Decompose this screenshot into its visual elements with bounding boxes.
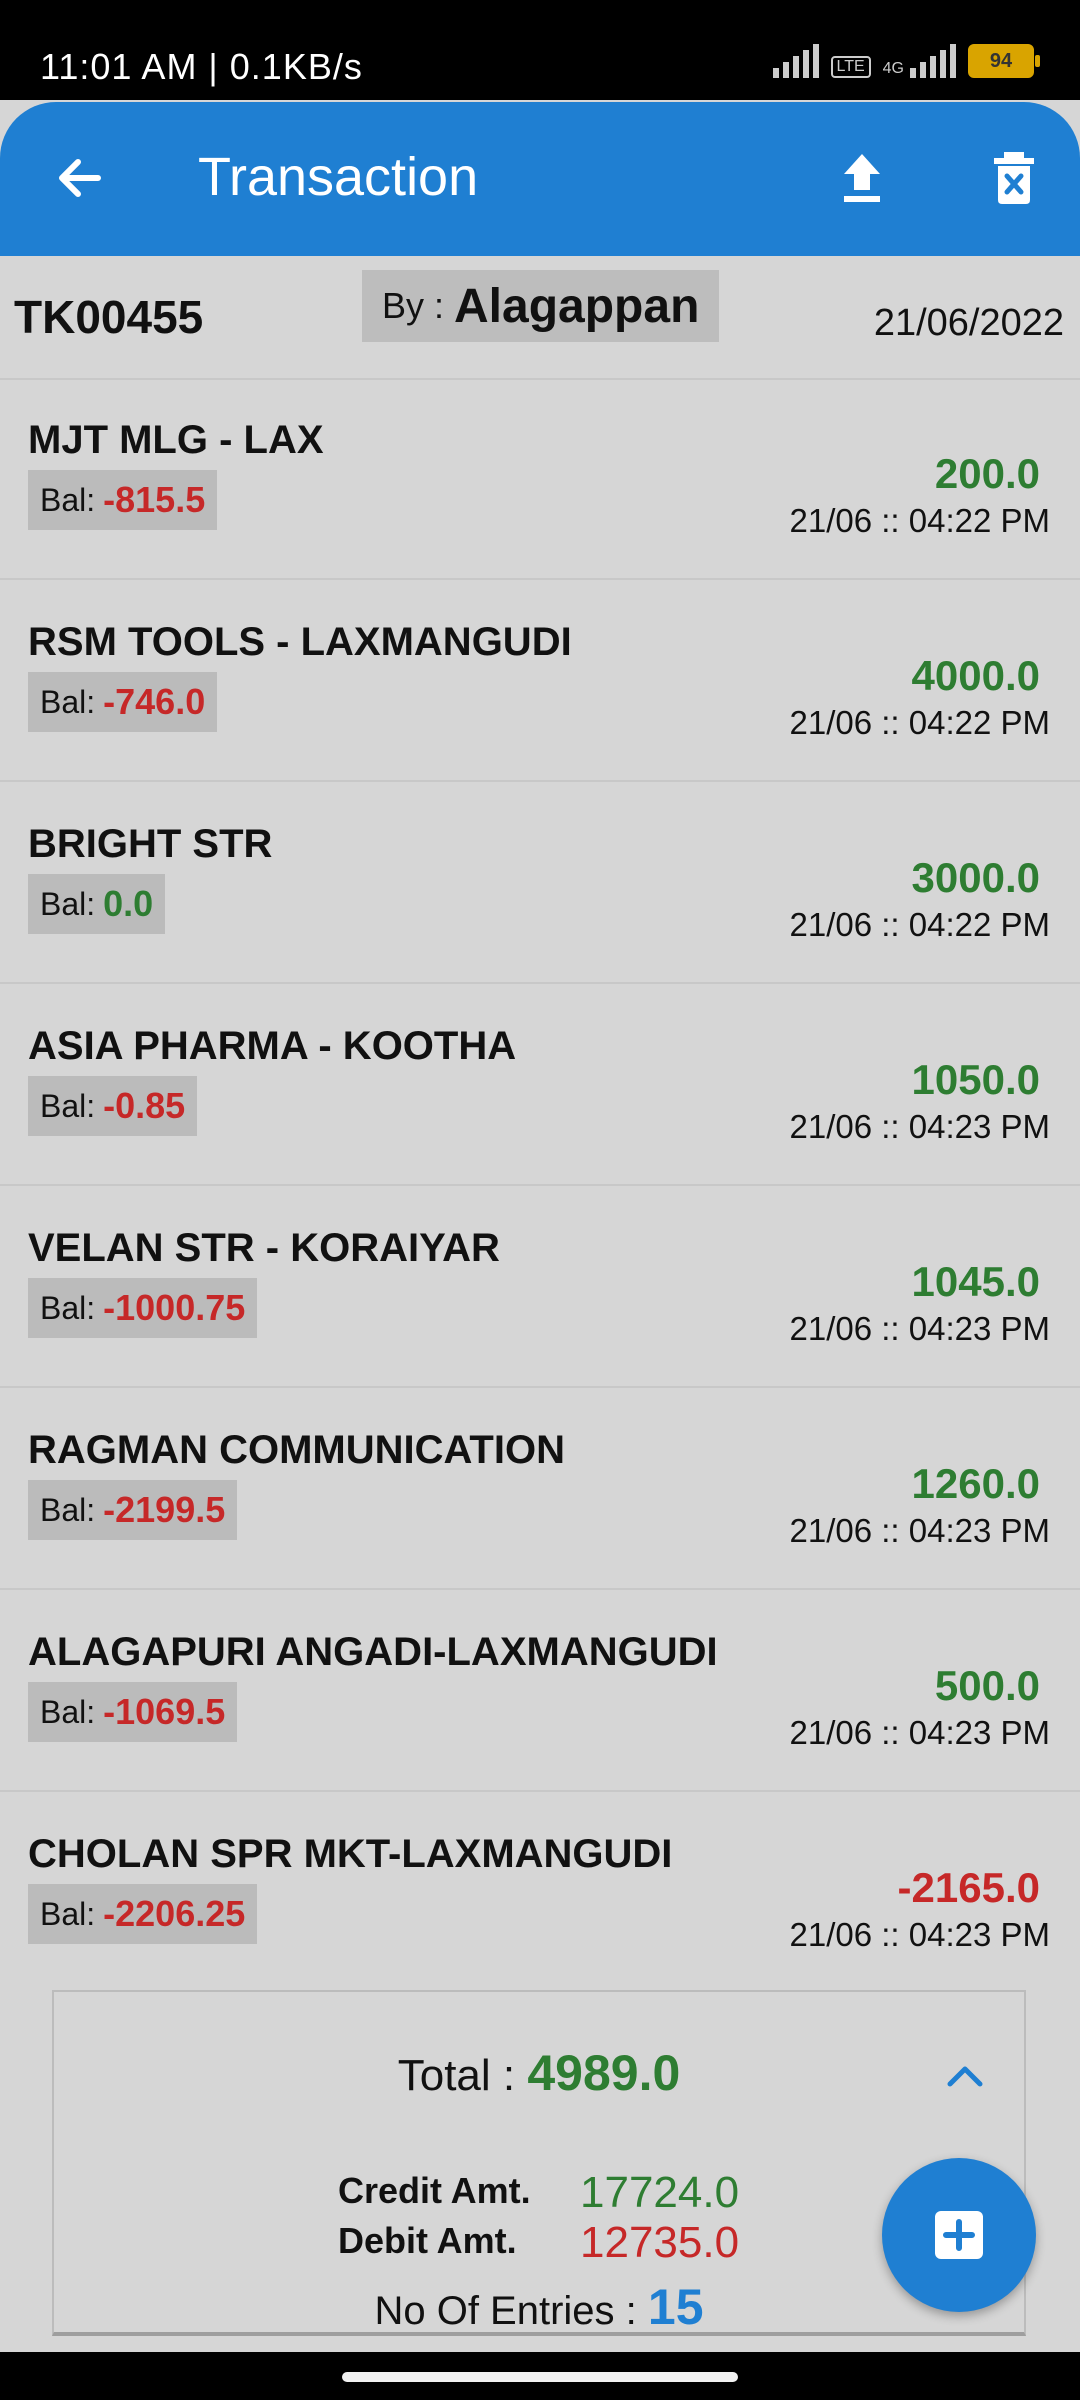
trash-x-icon[interactable] — [982, 146, 1046, 210]
signal-icon-2 — [910, 44, 956, 78]
amount: -2165.0 — [897, 1864, 1040, 1911]
party-name: VELAN STR - KORAIYAR — [28, 1226, 500, 1270]
balance-value: -746.0 — [103, 681, 206, 722]
by-badge: By : Alagappan — [362, 270, 720, 342]
balance-value: -2199.5 — [103, 1489, 226, 1530]
arrow-left-icon[interactable] — [48, 146, 112, 210]
amount: 1045.0 — [911, 1258, 1040, 1305]
volte-icon: LTE — [830, 56, 871, 78]
balance-badge: Bal: -815.5 — [28, 470, 218, 530]
home-handle[interactable] — [342, 2372, 738, 2382]
balance-badge: Bal: 0.0 — [28, 874, 166, 934]
transaction-code: TK00455 — [14, 291, 204, 343]
list-item[interactable]: VELAN STR - KORAIYAR Bal: -1000.75 1045.… — [0, 1186, 1080, 1388]
credit-label: Credit Amt. — [338, 2170, 531, 2211]
balance-value: -2206.25 — [103, 1893, 246, 1934]
party-name: ASIA PHARMA - KOOTHA — [28, 1024, 517, 1068]
balance-value: -1000.75 — [103, 1287, 246, 1328]
party-name: ALAGAPURI ANGADI-LAXMANGUDI — [28, 1630, 718, 1674]
balance-value: -815.5 — [103, 479, 206, 520]
amount: 3000.0 — [911, 854, 1040, 901]
transaction-list: MJT MLG - LAX Bal: -815.5 200.0 21/06 ::… — [0, 378, 1080, 1992]
signal-icon — [772, 44, 819, 78]
balance-value: 0.0 — [103, 883, 154, 924]
status-bar: 11:01 AM | 0.1KB/s LTE 4G 94 — [0, 0, 1080, 100]
timestamp: 21/06 :: 04:22 PM — [789, 906, 1050, 943]
timestamp: 21/06 :: 04:22 PM — [789, 502, 1050, 539]
party-name: CHOLAN SPR MKT-LAXMANGUDI — [28, 1832, 673, 1876]
chevron-up-icon[interactable] — [942, 2054, 988, 2100]
network-type: 4G — [882, 60, 904, 77]
balance-label: Bal: — [40, 885, 96, 922]
balance-badge: Bal: -746.0 — [28, 672, 218, 732]
by-name: Alagappan — [454, 279, 700, 333]
balance-badge: Bal: -2199.5 — [28, 1480, 238, 1540]
list-item[interactable]: CHOLAN SPR MKT-LAXMANGUDI Bal: -2206.25 … — [0, 1792, 1080, 1992]
amount: 1050.0 — [911, 1056, 1040, 1103]
debit-label: Debit Amt. — [338, 2220, 517, 2261]
amount: 4000.0 — [911, 652, 1040, 699]
balance-label: Bal: — [40, 1491, 96, 1528]
status-time: 11:01 AM | 0.1KB/s — [40, 46, 363, 87]
balance-badge: Bal: -0.85 — [28, 1076, 198, 1136]
balance-label: Bal: — [40, 1895, 96, 1932]
party-name: RSM TOOLS - LAXMANGUDI — [28, 620, 572, 664]
timestamp: 21/06 :: 04:23 PM — [789, 1714, 1050, 1751]
list-item[interactable]: ALAGAPURI ANGADI-LAXMANGUDI Bal: -1069.5… — [0, 1590, 1080, 1792]
add-entry-button[interactable] — [882, 2158, 1036, 2312]
list-item[interactable]: RSM TOOLS - LAXMANGUDI Bal: -746.0 4000.… — [0, 580, 1080, 782]
total-value: 4989.0 — [527, 2045, 681, 2101]
party-name: BRIGHT STR — [28, 822, 273, 866]
transaction-date: 21/06/2022 — [873, 302, 1064, 344]
entries-label: No Of Entries : — [374, 2289, 637, 2333]
list-item[interactable]: ASIA PHARMA - KOOTHA Bal: -0.85 1050.0 2… — [0, 984, 1080, 1186]
app-bar: Transaction — [0, 102, 1080, 256]
balance-label: Bal: — [40, 481, 96, 518]
balance-label: Bal: — [40, 1693, 96, 1730]
timestamp: 21/06 :: 04:23 PM — [789, 1108, 1050, 1145]
amount: 500.0 — [934, 1662, 1040, 1709]
entries-line: No Of Entries : 15 — [54, 2278, 1024, 2336]
timestamp: 21/06 :: 04:23 PM — [789, 1310, 1050, 1347]
balance-value: -1069.5 — [103, 1691, 226, 1732]
timestamp: 21/06 :: 04:22 PM — [789, 704, 1050, 741]
balance-value: -0.85 — [103, 1085, 186, 1126]
balance-label: Bal: — [40, 1289, 96, 1326]
total-line: Total : 4989.0 — [54, 2044, 1024, 2102]
entries-value: 15 — [647, 2279, 704, 2335]
balance-badge: Bal: -1000.75 — [28, 1278, 258, 1338]
balance-label: Bal: — [40, 683, 96, 720]
balance-badge: Bal: -1069.5 — [28, 1682, 238, 1742]
party-name: RAGMAN COMMUNICATION — [28, 1428, 565, 1472]
page-title: Transaction — [198, 147, 479, 207]
credit-value: 17724.0 — [580, 2168, 740, 2217]
amount: 1260.0 — [911, 1460, 1040, 1507]
list-item[interactable]: BRIGHT STR Bal: 0.0 3000.0 21/06 :: 04:2… — [0, 782, 1080, 984]
balance-badge: Bal: -2206.25 — [28, 1884, 258, 1944]
upload-icon[interactable] — [830, 146, 894, 210]
battery-icon: 94 — [968, 44, 1040, 78]
system-nav-bar — [0, 2352, 1080, 2400]
list-item[interactable]: RAGMAN COMMUNICATION Bal: -2199.5 1260.0… — [0, 1388, 1080, 1590]
list-item[interactable]: MJT MLG - LAX Bal: -815.5 200.0 21/06 ::… — [0, 378, 1080, 580]
plus-box-icon — [935, 2211, 983, 2259]
transaction-header: TK00455 By : Alagappan 21/06/2022 — [0, 256, 1080, 380]
summary-card: Total : 4989.0 Credit Amt. 17724.0 Debit… — [52, 1990, 1026, 2336]
balance-label: Bal: — [40, 1087, 96, 1124]
status-icons: LTE 4G 94 — [772, 44, 1040, 78]
debit-value: 12735.0 — [580, 2218, 740, 2267]
amount: 200.0 — [934, 450, 1040, 497]
timestamp: 21/06 :: 04:23 PM — [789, 1512, 1050, 1549]
total-label: Total : — [397, 2051, 516, 2100]
battery-level: 94 — [989, 49, 1013, 72]
timestamp: 21/06 :: 04:23 PM — [789, 1916, 1050, 1953]
party-name: MJT MLG - LAX — [28, 418, 324, 462]
by-label: By : — [382, 285, 445, 326]
